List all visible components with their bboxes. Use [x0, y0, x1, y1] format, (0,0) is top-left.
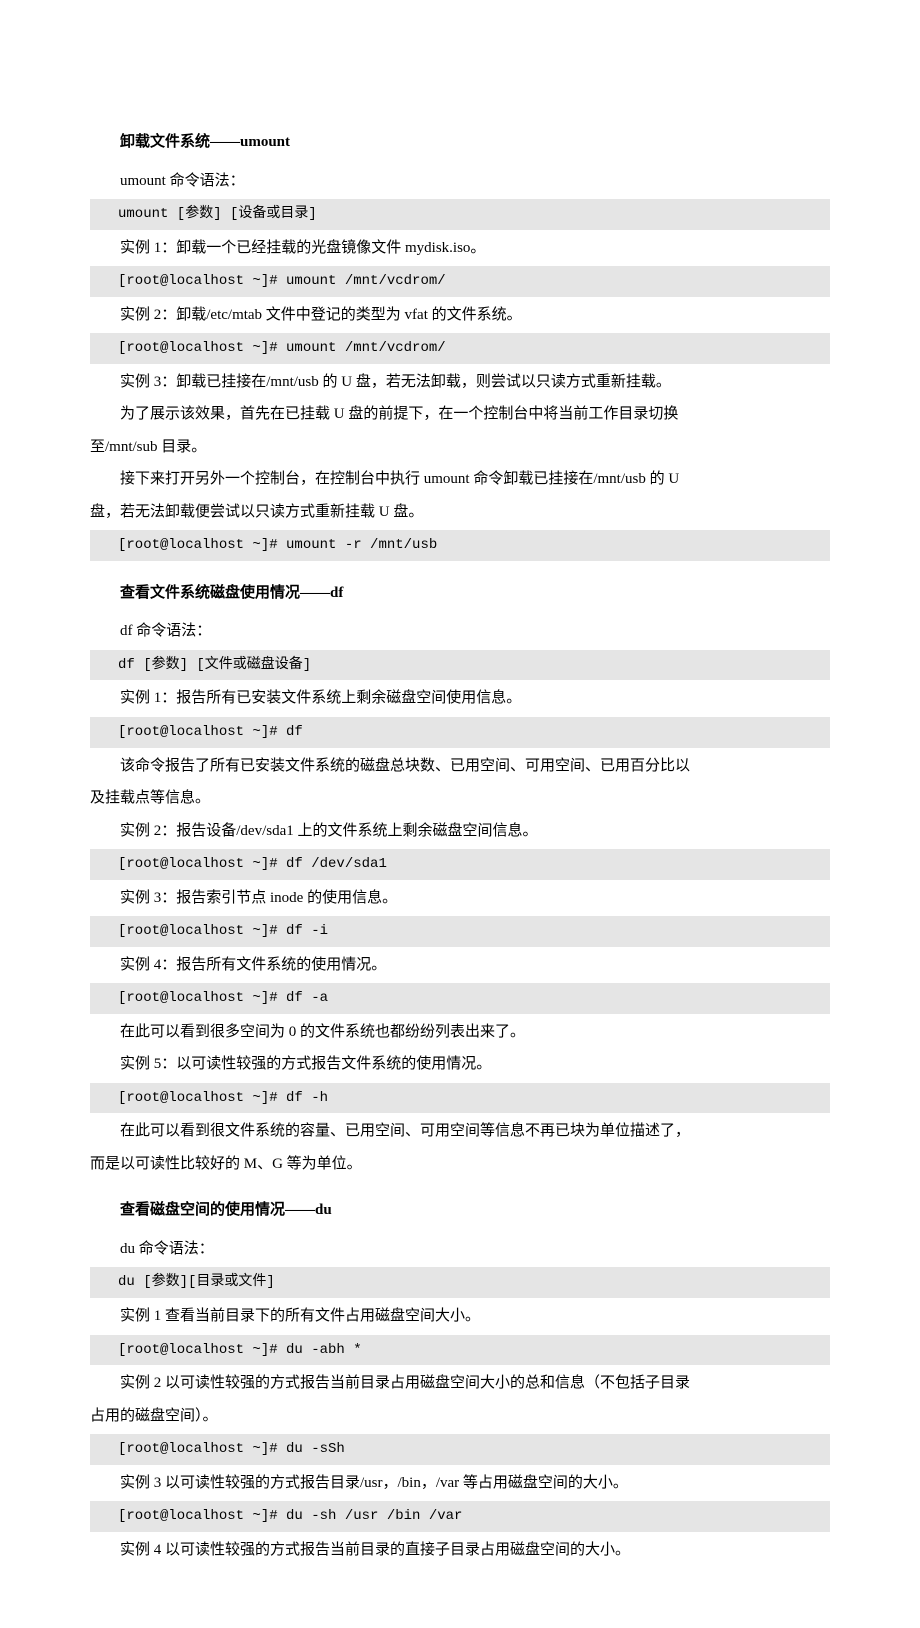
code-block: [root@localhost ~]# umount /mnt/vcdrom/: [90, 333, 830, 364]
paragraph: umount 命令语法：: [90, 167, 830, 196]
heading-du: 查看磁盘空间的使用情况——du: [90, 1196, 830, 1225]
heading-umount: 卸载文件系统——umount: [90, 128, 830, 157]
code-block: [root@localhost ~]# du -abh *: [90, 1335, 830, 1366]
heading-df: 查看文件系统磁盘使用情况——df: [90, 579, 830, 608]
paragraph: 为了展示该效果，首先在已挂载 U 盘的前提下，在一个控制台中将当前工作目录切换: [90, 400, 830, 429]
text: 实例 2 以可读性较强的方式报告当前目录占用磁盘空间大小的总和信息（不包括子目录: [120, 1375, 690, 1391]
code-block: [root@localhost ~]# umount /mnt/vcdrom/: [90, 266, 830, 297]
paragraph: 实例 2 以可读性较强的方式报告当前目录占用磁盘空间大小的总和信息（不包括子目录: [90, 1369, 830, 1398]
paragraph: 实例 3：卸载已挂接在/mnt/usb 的 U 盘，若无法卸载，则尝试以只读方式…: [90, 368, 830, 397]
code-block: du [参数][目录或文件]: [90, 1267, 830, 1298]
text: 接下来打开另外一个控制台，在控制台中执行 umount 命令卸载已挂接在/mnt…: [120, 471, 679, 487]
paragraph: df 命令语法：: [90, 617, 830, 646]
code-block: [root@localhost ~]# df -a: [90, 983, 830, 1014]
text: 该命令报告了所有已安装文件系统的磁盘总块数、已用空间、可用空间、已用百分比以: [120, 758, 690, 774]
paragraph: 在此可以看到很多空间为 0 的文件系统也都纷纷列表出来了。: [90, 1018, 830, 1047]
paragraph: 接下来打开另外一个控制台，在控制台中执行 umount 命令卸载已挂接在/mnt…: [90, 465, 830, 494]
code-block: [root@localhost ~]# du -sh /usr /bin /va…: [90, 1501, 830, 1532]
paragraph: 实例 1：报告所有已安装文件系统上剩余磁盘空间使用信息。: [90, 684, 830, 713]
paragraph: 实例 1：卸载一个已经挂载的光盘镜像文件 mydisk.iso。: [90, 234, 830, 263]
code-block: [root@localhost ~]# umount -r /mnt/usb: [90, 530, 830, 561]
paragraph: 实例 2：卸载/etc/mtab 文件中登记的类型为 vfat 的文件系统。: [90, 301, 830, 330]
paragraph: 实例 4：报告所有文件系统的使用情况。: [90, 951, 830, 980]
text: 为了展示该效果，首先在已挂载 U 盘的前提下，在一个控制台中将当前工作目录切换: [120, 406, 678, 422]
code-block: [root@localhost ~]# df: [90, 717, 830, 748]
paragraph: 盘，若无法卸载便尝试以只读方式重新挂载 U 盘。: [90, 498, 830, 527]
document-page: 卸载文件系统——umount umount 命令语法： umount [参数] …: [0, 0, 920, 1628]
paragraph: du 命令语法：: [90, 1235, 830, 1264]
code-block: umount [参数] [设备或目录]: [90, 199, 830, 230]
paragraph: 而是以可读性比较好的 M、G 等为单位。: [90, 1150, 830, 1179]
paragraph: 实例 1 查看当前目录下的所有文件占用磁盘空间大小。: [90, 1302, 830, 1331]
paragraph: 该命令报告了所有已安装文件系统的磁盘总块数、已用空间、可用空间、已用百分比以: [90, 752, 830, 781]
paragraph: 实例 4 以可读性较强的方式报告当前目录的直接子目录占用磁盘空间的大小。: [90, 1536, 830, 1565]
paragraph: 实例 3：报告索引节点 inode 的使用信息。: [90, 884, 830, 913]
paragraph: 在此可以看到很文件系统的容量、已用空间、可用空间等信息不再已块为单位描述了，: [90, 1117, 830, 1146]
paragraph: 实例 3 以可读性较强的方式报告目录/usr，/bin，/var 等占用磁盘空间…: [90, 1469, 830, 1498]
code-block: [root@localhost ~]# du -sSh: [90, 1434, 830, 1465]
paragraph: 实例 2：报告设备/dev/sda1 上的文件系统上剩余磁盘空间信息。: [90, 817, 830, 846]
code-block: [root@localhost ~]# df -h: [90, 1083, 830, 1114]
code-block: [root@localhost ~]# df /dev/sda1: [90, 849, 830, 880]
paragraph: 至/mnt/sub 目录。: [90, 433, 830, 462]
code-block: [root@localhost ~]# df -i: [90, 916, 830, 947]
text: 在此可以看到很文件系统的容量、已用空间、可用空间等信息不再已块为单位描述了，: [120, 1123, 690, 1139]
code-block: df [参数] [文件或磁盘设备]: [90, 650, 830, 681]
paragraph: 实例 5：以可读性较强的方式报告文件系统的使用情况。: [90, 1050, 830, 1079]
paragraph: 占用的磁盘空间）。: [90, 1402, 830, 1431]
paragraph: 及挂载点等信息。: [90, 784, 830, 813]
